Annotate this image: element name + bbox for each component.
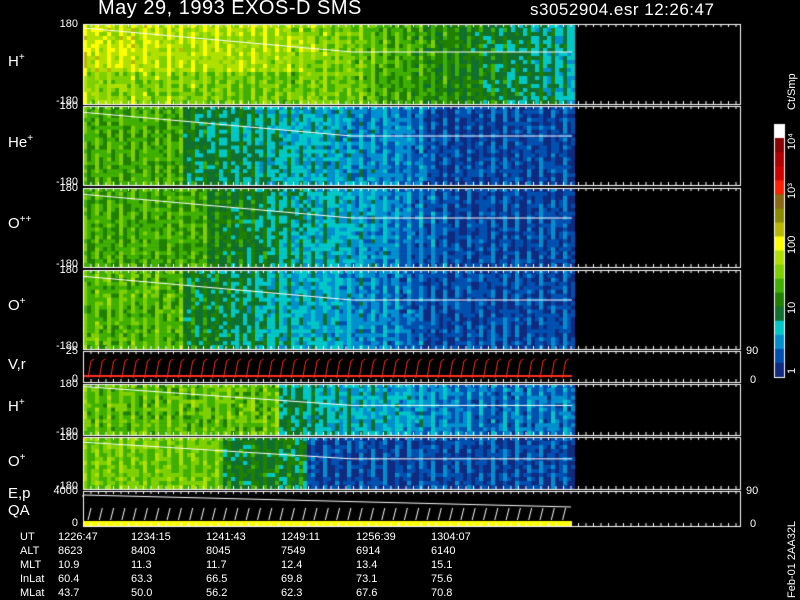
panel-label-o-plus-2: O+	[8, 452, 26, 470]
colorbar-unit: Ct/Smp	[786, 73, 798, 110]
ephemeris-value: 62.3	[281, 587, 303, 599]
ephemeris-value: 8045	[206, 545, 231, 557]
panel-label-h-plus-2: H+	[8, 397, 25, 415]
ephemeris-label-inlat: InLat	[20, 573, 45, 585]
ytick-top-h-plus-2: 180	[59, 378, 78, 390]
ephemeris-value: 11.7	[206, 559, 227, 571]
colorbar-tick-label: 10³	[786, 183, 798, 199]
ephemeris-value: 1226:47	[58, 531, 98, 543]
ephemeris-value: 8403	[131, 545, 156, 557]
ephemeris-value: 73.1	[356, 573, 378, 585]
ephemeris-value: 43.7	[58, 587, 80, 599]
footer-id: Feb-01 2AA32L	[786, 520, 798, 598]
ephemeris-value: 10.9	[58, 559, 80, 571]
ephemeris-value: 6914	[356, 545, 381, 557]
y2tick-top-vr: 90	[746, 345, 759, 357]
ephemeris-label-mlt: MLT	[20, 559, 42, 571]
ephemeris-value: 8623	[58, 545, 83, 557]
spectrogram-canvas	[0, 0, 800, 600]
ytick-top-o-pp: 180	[59, 182, 78, 194]
ephemeris-value: 1234:15	[131, 531, 171, 543]
ytick-top-h-plus: 180	[59, 18, 78, 30]
ephemeris-value: 6140	[431, 545, 456, 557]
ephemeris-value: 75.6	[431, 573, 453, 585]
ephemeris-value: 56.2	[206, 587, 228, 599]
ephemeris-value: 15.1	[431, 559, 453, 571]
ephemeris-value: 70.8	[431, 587, 453, 599]
ephemeris-value: 50.0	[131, 587, 153, 599]
ephemeris-label-ut: UT	[20, 531, 35, 543]
ephemeris-label-alt: ALT	[20, 545, 40, 557]
y2tick-bottom-vr: 0	[750, 374, 757, 386]
colorbar-tick-label: 1	[786, 367, 798, 374]
ephemeris-value: 1249:11	[281, 531, 320, 543]
ephemeris-label-mlat: MLat	[20, 587, 45, 599]
colorbar-tick-label: 100	[786, 235, 798, 254]
ytick-top-o-plus: 180	[59, 264, 78, 276]
ephemeris-value: 67.6	[356, 587, 378, 599]
ephemeris-value: 13.4	[356, 559, 378, 571]
colorbar-tick-label: 10	[786, 301, 798, 314]
panel-label-h-plus: H+	[8, 52, 25, 70]
panel-label-o-plus: O+	[8, 296, 26, 314]
ephemeris-value: 1241:43	[206, 531, 246, 543]
ephemeris-value: 1304:07	[431, 531, 471, 543]
plot-title: May 29, 1993 EXOS-D SMS	[98, 0, 362, 19]
ytick-top-he-plus: 180	[59, 100, 78, 112]
panel-label-vr: V,r	[8, 356, 26, 373]
ephemeris-value: 69.8	[281, 573, 303, 585]
file-time: s3052904.esr 12:26:47	[530, 0, 715, 19]
panel-label-o-pp: O++	[8, 214, 32, 232]
ytick-top-ep-qa: 4000	[53, 485, 78, 497]
y2tick-top-ep-qa: 90	[746, 485, 759, 497]
panel-label-he-plus: He+	[8, 133, 34, 151]
y2tick-bottom-ep-qa: 0	[750, 518, 757, 530]
ephemeris-value: 1256:39	[356, 531, 396, 543]
ephemeris-value: 12.4	[281, 559, 303, 571]
ytick-top-vr: 25	[65, 345, 78, 357]
panel-label-ep-qa: E,p QA	[8, 485, 31, 519]
ephemeris-value: 63.3	[131, 573, 153, 585]
ytick-top-o-plus-2: 180	[59, 431, 78, 443]
ephemeris-value: 66.5	[206, 573, 228, 585]
colorbar-tick-label: 10⁴	[786, 133, 798, 150]
ytick-bottom-ep-qa: 0	[71, 517, 78, 529]
ephemeris-value: 11.3	[131, 559, 152, 571]
ephemeris-value: 60.4	[58, 573, 80, 585]
ephemeris-value: 7549	[281, 545, 306, 557]
